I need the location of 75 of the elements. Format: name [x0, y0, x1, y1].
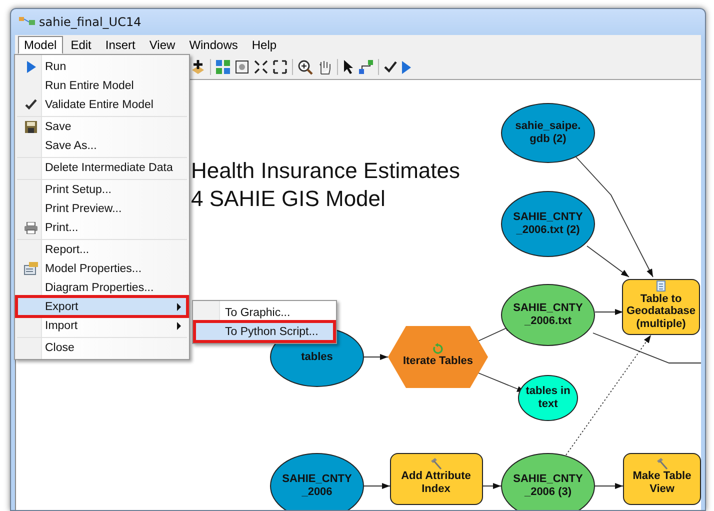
menu-item[interactable]: Validate Entire Model: [17, 95, 187, 114]
tool-node[interactable]: Add Attribute Index: [390, 453, 482, 505]
menu-item[interactable]: To Graphic...: [195, 303, 334, 322]
node-label: SAHIE_CNTY_2006.txt: [512, 302, 584, 328]
diagram-title: 4 SAHIE GIS Model: [191, 186, 386, 212]
run-icon[interactable]: [402, 60, 411, 74]
variable-node[interactable]: SAHIE_CNTY_2006: [270, 453, 364, 510]
menu-item[interactable]: Run: [17, 57, 187, 76]
menu-item[interactable]: Import: [17, 316, 187, 335]
full-extent-icon[interactable]: [235, 60, 249, 74]
expand-icon[interactable]: [273, 60, 287, 74]
menu-item[interactable]: Report...: [17, 239, 187, 259]
run-icon: [26, 60, 36, 72]
connector-arrow: [364, 483, 390, 489]
node-label: SAHIE_CNTY_2006 (3): [512, 473, 584, 499]
zoom-in-icon[interactable]: [298, 60, 313, 74]
menu-item[interactable]: Model: [18, 36, 63, 54]
variable-node[interactable]: tables in text: [518, 375, 578, 421]
variable-node[interactable]: SAHIE_CNTY_2006.txt: [501, 284, 595, 346]
connector-arrow: [594, 309, 624, 315]
variable-node[interactable]: SAHIE_CNTY_2006.txt (2): [501, 191, 595, 257]
variable-node[interactable]: SAHIE_CNTY_2006 (3): [501, 453, 595, 510]
menu-item[interactable]: Print...: [17, 218, 187, 237]
menu-item[interactable]: Export: [17, 297, 187, 316]
menu-item[interactable]: Help: [246, 36, 283, 54]
iterator-node[interactable]: Iterate Tables: [388, 326, 488, 388]
scroll-icon: [655, 280, 667, 293]
node-label: Make Table View: [632, 470, 692, 496]
node-label: sahie_saipe. gdb (2): [514, 120, 582, 146]
submenu-arrow-icon: [177, 302, 181, 310]
checkmark-icon: [25, 99, 37, 110]
menu-item[interactable]: Delete Intermediate Data: [17, 157, 187, 177]
menu-item[interactable]: Run Entire Model: [17, 76, 187, 95]
validate-icon[interactable]: [384, 61, 397, 73]
connect-icon[interactable]: [359, 60, 373, 74]
diagram-title: Health Insurance Estimates: [191, 158, 460, 184]
model-icon: [19, 17, 35, 27]
hammer-icon: [430, 458, 442, 470]
printer-icon: [24, 222, 38, 234]
menu-item[interactable]: Windows: [183, 36, 244, 54]
tool-node[interactable]: Make Table View: [623, 453, 701, 505]
connector-arrow: [364, 354, 388, 360]
menu-item[interactable]: Print Preview...: [17, 199, 187, 218]
properties-icon: [24, 262, 38, 275]
node-label: SAHIE_CNTY_2006: [281, 473, 353, 499]
connector-arrow: [594, 483, 624, 489]
menu-item[interactable]: To Python Script...: [195, 322, 334, 341]
submenu-arrow-icon: [177, 322, 181, 330]
shrink-icon[interactable]: [254, 60, 268, 74]
node-label: tables in text: [524, 385, 572, 411]
hand-icon[interactable]: [318, 60, 332, 74]
save-icon: [25, 120, 37, 132]
menu-item[interactable]: View: [143, 36, 182, 54]
node-label: Iterate Tables: [402, 354, 474, 368]
menu-item[interactable]: Close: [17, 337, 187, 357]
menu-item[interactable]: Save As...: [17, 136, 187, 155]
node-label: Table to Geodatabase (multiple): [625, 292, 697, 330]
menu-item[interactable]: Diagram Properties...: [17, 278, 187, 297]
menu-item[interactable]: Model Properties...: [17, 259, 187, 278]
connector-arrow: [482, 483, 502, 489]
auto-layout-icon[interactable]: [216, 60, 230, 74]
node-label: SAHIE_CNTY_2006.txt (2): [512, 211, 584, 237]
menu-item[interactable]: Insert: [99, 36, 142, 54]
node-label: tables: [301, 350, 333, 364]
menu-item[interactable]: Edit: [64, 36, 98, 54]
menu-item[interactable]: Save: [17, 116, 187, 136]
node-label: Add Attribute Index: [400, 470, 472, 496]
variable-node[interactable]: sahie_saipe. gdb (2): [501, 103, 595, 163]
add-data-icon[interactable]: [191, 60, 205, 74]
menu-item[interactable]: Print Setup...: [17, 179, 187, 199]
window-title: sahie_final_UC14: [39, 15, 142, 29]
pointer-icon[interactable]: [343, 60, 354, 74]
loop-icon: [432, 342, 444, 355]
script-tool-node[interactable]: Table to Geodatabase (multiple): [622, 279, 700, 335]
hammer-icon: [656, 458, 668, 470]
